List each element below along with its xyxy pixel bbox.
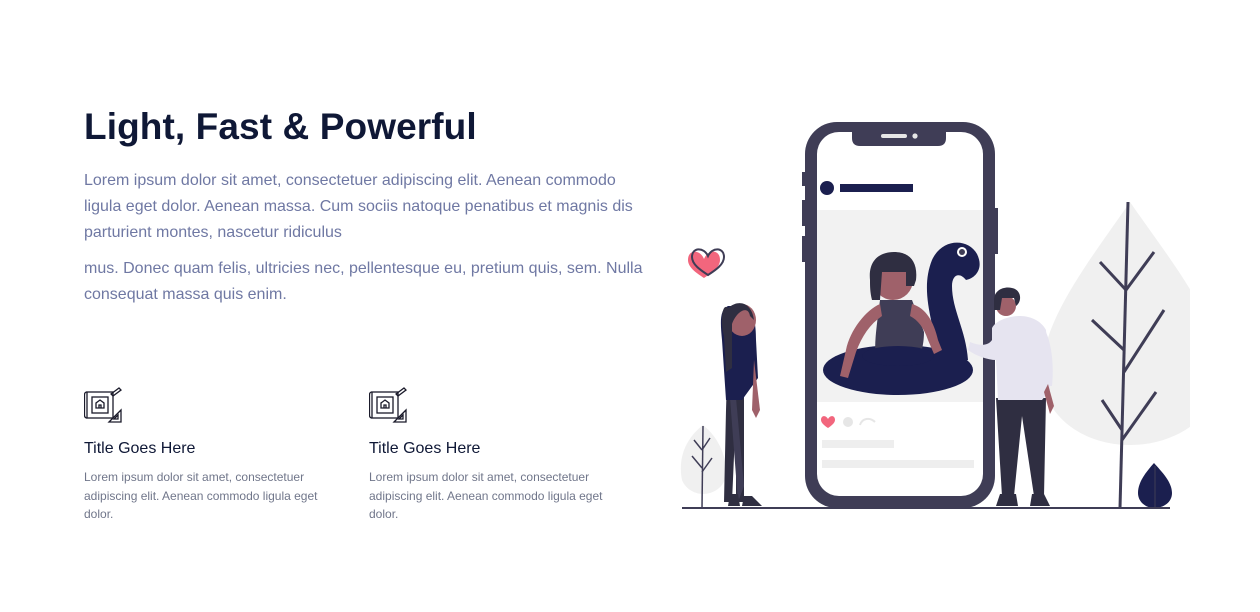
- people-with-phone-illustration: [680, 122, 1190, 509]
- post-avatar: [820, 181, 834, 195]
- caption-line-2: [822, 460, 974, 468]
- blueprint-icon: [369, 387, 407, 423]
- feature-title: Title Goes Here: [369, 440, 481, 457]
- intro-paragraph-2: mus. Donec quam felis, ultricies nec, pe…: [84, 260, 643, 303]
- leaf-tree-foliage: [1042, 202, 1190, 445]
- caption-line-1: [822, 440, 894, 448]
- feature-title: Title Goes Here: [84, 440, 196, 457]
- page-title: Light, Fast & Powerful: [84, 106, 477, 147]
- page: Light, Fast & Powerful Lorem ipsum dolor…: [0, 0, 1260, 612]
- feature-description: Lorem ipsum dolor sit amet, consectetuer…: [369, 470, 603, 521]
- post-username-bar: [840, 184, 913, 192]
- blueprint-icon: [84, 387, 122, 423]
- feature-card-1: Title Goes Here Lorem ipsum dolor sit am…: [84, 386, 344, 524]
- intro-paragraph-1: Lorem ipsum dolor sit amet, consectetuer…: [84, 172, 633, 241]
- feature-card-2: Title Goes Here Lorem ipsum dolor sit am…: [369, 386, 629, 524]
- feature-description: Lorem ipsum dolor sit amet, consectetuer…: [84, 470, 318, 521]
- woman-standing: [720, 303, 762, 506]
- comment-icon: [843, 417, 853, 427]
